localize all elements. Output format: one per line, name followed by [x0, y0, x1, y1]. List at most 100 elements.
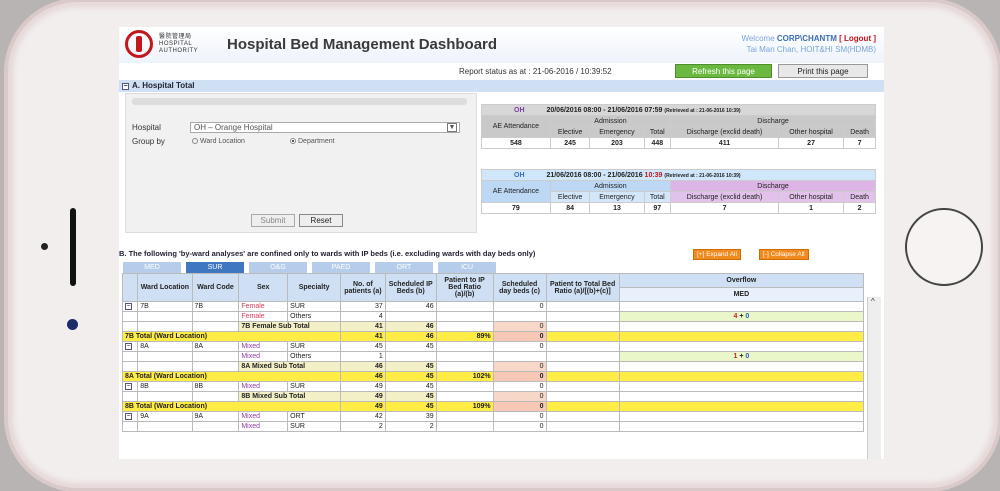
ward-code: 8B — [191, 381, 240, 392]
ratio-cell — [435, 311, 494, 322]
org-name: 醫院管理局 HOSPITAL AUTHORITY — [159, 34, 199, 54]
ip-beds-cell: 45 — [384, 381, 437, 392]
ward-code: 9A — [191, 411, 240, 422]
radio-ward-location[interactable]: Ward Location — [192, 138, 245, 145]
specialty-cell: Others — [287, 311, 342, 322]
overflow-cell — [618, 401, 865, 412]
bed-ratio-cell — [545, 311, 620, 322]
total-ratio: 89% — [435, 331, 494, 342]
ward-code — [191, 351, 240, 362]
sub-day-beds: 0 — [492, 361, 547, 372]
ratio-cell — [435, 301, 494, 312]
ward-total-label: 8B Total (Ward Location) — [121, 401, 342, 412]
tab-med[interactable]: MED — [123, 262, 181, 273]
collapse-icon[interactable]: − — [125, 303, 132, 310]
total-bed-ratio — [545, 331, 620, 342]
overflow-cell: 4 + 0 — [618, 311, 865, 322]
total-ratio: 102% — [435, 371, 494, 382]
bed-ratio-cell — [545, 411, 620, 422]
collapse-icon[interactable]: − — [125, 343, 132, 350]
sub-day-beds: 0 — [492, 391, 547, 402]
specialty-cell: SUR — [287, 301, 342, 312]
day-beds-cell — [492, 311, 547, 322]
sub-total-label: 7B Female Sub Total — [238, 321, 342, 332]
chevron-up-icon[interactable]: ^ — [871, 297, 875, 306]
refresh-button[interactable]: Refresh this page — [675, 64, 772, 78]
ward-location — [137, 361, 193, 372]
tab-og[interactable]: O&G — [249, 262, 307, 273]
overflow-cell — [618, 301, 865, 312]
sub-ip-beds: 45 — [384, 391, 437, 402]
ward-code: 7B — [191, 301, 240, 312]
table-row: −8B 8B Mixed SUR 49 45 0 — [121, 381, 865, 392]
collapse-all-button[interactable]: [-] Collapse All — [759, 249, 809, 260]
total-patients: 41 — [340, 331, 386, 342]
collapse-icon[interactable]: − — [122, 83, 129, 90]
patients-cell: 4 — [340, 311, 386, 322]
tab-sur[interactable]: SUR — [186, 262, 244, 273]
sub-ratio — [435, 321, 494, 332]
collapse-icon[interactable]: − — [125, 383, 132, 390]
ratio-cell — [435, 411, 494, 422]
expand-cell: − — [121, 341, 139, 352]
day-beds-cell — [492, 351, 547, 362]
table-row: 8A Total (Ward Location) 46 45 102% 0 — [121, 371, 865, 382]
specialty-cell: Others — [287, 351, 342, 362]
ip-beds-cell: 2 — [384, 421, 437, 432]
scrollbar[interactable]: ^ — [867, 297, 881, 459]
collapse-icon[interactable]: − — [125, 413, 132, 420]
chevron-down-icon[interactable]: ▼ — [447, 123, 457, 132]
overflow-cell — [618, 381, 865, 392]
radio-department[interactable]: Department — [290, 138, 335, 145]
stats-table-today: OH 21/06/2016 08:00 - 21/06/2016 10:39 (… — [481, 169, 876, 214]
stats-table-yesterday: OH 20/06/2016 08:00 - 21/06/2016 07:59 (… — [481, 104, 876, 149]
section-a-header[interactable]: − A. Hospital Total — [119, 80, 884, 92]
expand-cell: − — [121, 301, 139, 312]
overflow-cell — [618, 421, 865, 432]
tab-paed[interactable]: PAED — [312, 262, 370, 273]
overflow-cell — [618, 361, 865, 372]
expand-all-button[interactable]: [+] Expand All — [693, 249, 741, 260]
print-button[interactable]: Print this page — [778, 64, 868, 78]
expand-cell — [121, 321, 139, 332]
total-patients: 49 — [340, 401, 386, 412]
patients-cell: 42 — [340, 411, 386, 422]
bed-ratio-cell — [545, 341, 620, 352]
ward-total-label: 7B Total (Ward Location) — [121, 331, 342, 342]
total-bed-ratio — [545, 401, 620, 412]
overflow-cell: 1 + 0 — [618, 351, 865, 362]
ward-code — [191, 321, 240, 332]
table-row: 8B Total (Ward Location) 49 45 109% 0 — [121, 401, 865, 412]
camera-icon — [67, 319, 78, 330]
total-day-beds: 0 — [492, 331, 547, 342]
logout-link[interactable]: [ Logout ] — [839, 34, 876, 43]
day-beds-cell: 0 — [492, 421, 547, 432]
table-row: −9A 9A Mixed ORT 42 39 0 — [121, 411, 865, 422]
specialty-cell: SUR — [287, 381, 342, 392]
username: CORP\CHANTM — [776, 34, 837, 43]
table-row: 8A Mixed Sub Total 46 45 0 — [121, 361, 865, 372]
user-detail: Tai Man Chan, HOIT&HI SM(HDMB) — [746, 45, 876, 54]
ip-beds-cell: 39 — [384, 411, 437, 422]
specialty-cell: SUR — [287, 341, 342, 352]
sex-cell: Female — [238, 311, 289, 322]
ward-location — [137, 321, 193, 332]
sub-ratio — [435, 391, 494, 402]
groupby-label: Group by — [132, 137, 165, 146]
table-row: Mixed SUR 2 2 0 — [121, 421, 865, 432]
ward-location: 8A — [137, 341, 193, 352]
tab-ort[interactable]: ORT — [375, 262, 433, 273]
ward-table: Ward Location Ward Code Sex Specialty No… — [121, 273, 865, 432]
reset-button[interactable]: Reset — [299, 214, 343, 227]
hospital-select[interactable]: OH – Orange Hospital ▼ — [190, 122, 460, 133]
expand-cell: − — [121, 411, 139, 422]
patients-cell: 2 — [340, 421, 386, 432]
hospital-label: Hospital — [132, 123, 161, 132]
home-button[interactable] — [905, 208, 983, 286]
bed-ratio-cell — [545, 301, 620, 312]
tab-icu[interactable]: ICU — [438, 262, 496, 273]
sub-day-beds: 0 — [492, 321, 547, 332]
sub-patients: 41 — [340, 321, 386, 332]
sub-ratio — [435, 361, 494, 372]
submit-button[interactable]: Submit — [251, 214, 295, 227]
